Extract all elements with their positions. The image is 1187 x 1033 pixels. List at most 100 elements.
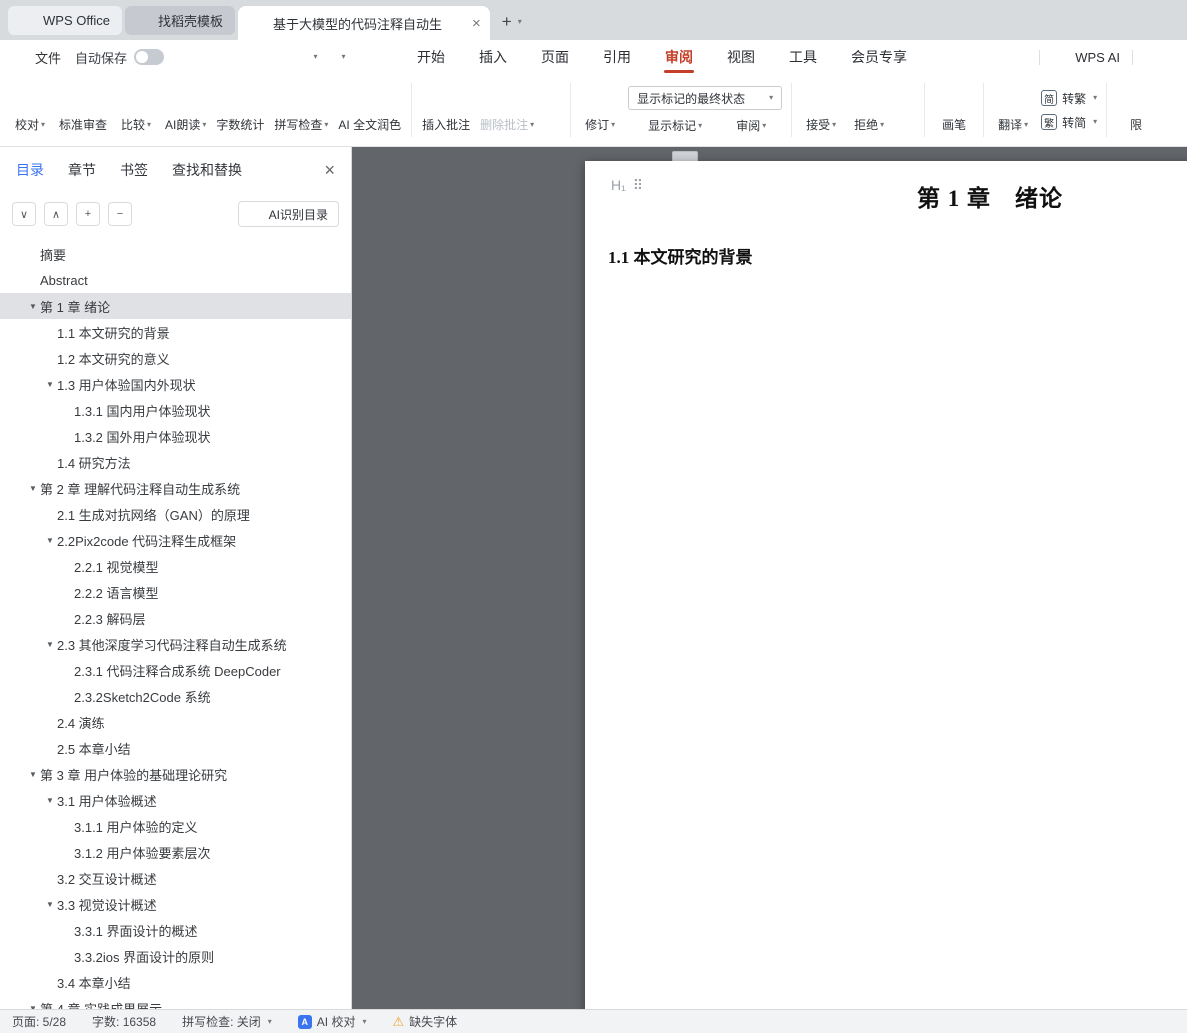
- search-button[interactable]: [1146, 45, 1172, 69]
- traditional-to-simplified-button[interactable]: 繁 转简 ▾: [1041, 114, 1097, 131]
- toc-item[interactable]: 3.1.1 用户体验的定义: [0, 813, 351, 839]
- expand-arrow-icon[interactable]: ▼: [43, 640, 57, 649]
- save-button[interactable]: [181, 45, 207, 69]
- toc-item[interactable]: ▼1.3 用户体验国内外现状: [0, 371, 351, 397]
- previous-revision-button[interactable]: [896, 86, 916, 104]
- next-revision-button[interactable]: [896, 116, 916, 134]
- close-tab-button[interactable]: ×: [472, 15, 481, 32]
- expand-arrow-icon[interactable]: ▼: [43, 536, 57, 545]
- translate-button[interactable]: 翻译▾: [989, 78, 1037, 142]
- toc-item[interactable]: 摘要: [0, 241, 351, 267]
- tab-document[interactable]: 基于大模型的代码注释自动生 ×: [238, 6, 490, 40]
- toc-item[interactable]: 2.3.2Sketch2Code 系统: [0, 683, 351, 709]
- decrease-level-button[interactable]: −: [108, 202, 132, 226]
- ai-polish-button[interactable]: AI 全文润色: [333, 78, 406, 142]
- toc-item[interactable]: 2.1 生成对抗网络（GAN）的原理: [0, 501, 351, 527]
- tab-find-replace[interactable]: 查找和替换: [172, 160, 242, 180]
- menu-tab-2[interactable]: 页面: [524, 40, 586, 74]
- expand-arrow-icon[interactable]: ▼: [26, 770, 40, 779]
- restrict-edit-button[interactable]: 限: [1112, 78, 1160, 142]
- spell-check-button[interactable]: 拼写检查▾: [269, 78, 333, 142]
- drag-handle-icon[interactable]: ⠿: [633, 177, 643, 194]
- word-count-indicator[interactable]: 字数: 16358: [92, 1013, 156, 1030]
- missing-font-warning[interactable]: ⚠ 缺失字体: [392, 1013, 457, 1030]
- tab-toc[interactable]: 目录: [16, 160, 44, 180]
- compare-button[interactable]: 比较▾: [112, 78, 160, 142]
- expand-arrow-icon[interactable]: ▼: [43, 796, 57, 805]
- export-button[interactable]: [209, 45, 235, 69]
- toc-item[interactable]: 2.3.1 代码注释合成系统 DeepCoder: [0, 657, 351, 683]
- document-area[interactable]: H₁ ⠿ 第 1 章 绪论 1.1 本文研究的背景: [352, 147, 1187, 1009]
- toc-item[interactable]: 2.2.3 解码层: [0, 605, 351, 631]
- toc-item[interactable]: 1.3.2 国外用户体验现状: [0, 423, 351, 449]
- expand-arrow-icon[interactable]: ▼: [26, 484, 40, 493]
- toc-item[interactable]: 2.5 本章小结: [0, 735, 351, 761]
- document-page[interactable]: H₁ ⠿ 第 1 章 绪论 1.1 本文研究的背景: [585, 161, 1187, 1009]
- new-tab-button[interactable]: +: [502, 13, 512, 30]
- autosave-toggle[interactable]: 自动保存: [75, 48, 164, 67]
- toc-item[interactable]: 3.3.1 界面设计的概述: [0, 917, 351, 943]
- toc-item[interactable]: ▼第 1 章 绪论: [0, 293, 351, 319]
- word-count-button[interactable]: 字数统计: [211, 78, 269, 142]
- review-pane-button[interactable]: 审阅 ▾: [716, 117, 766, 134]
- reject-button[interactable]: 拒绝▾: [845, 78, 893, 142]
- tab-bookmarks[interactable]: 书签: [120, 160, 148, 180]
- menu-tab-1[interactable]: 插入: [462, 40, 524, 74]
- accept-button[interactable]: 接受▾: [797, 78, 845, 142]
- toc-item[interactable]: 3.3.2ios 界面设计的原则: [0, 943, 351, 969]
- wps-ai-button[interactable]: WPS AI: [1052, 49, 1120, 66]
- tab-list-caret-icon[interactable]: ▾: [518, 18, 522, 26]
- menu-tab-4[interactable]: 审阅: [648, 40, 710, 74]
- ai-proofread-status[interactable]: A AI 校对 ▾: [298, 1013, 367, 1030]
- toc-item[interactable]: 1.3.1 国内用户体验现状: [0, 397, 351, 423]
- expand-arrow-icon[interactable]: ▼: [43, 380, 57, 389]
- insert-comment-button[interactable]: 插入批注: [417, 78, 475, 142]
- menu-tab-7[interactable]: 会员专享: [834, 40, 924, 74]
- toc-item[interactable]: ▼3.1 用户体验概述: [0, 787, 351, 813]
- collapse-all-button[interactable]: ∨: [12, 202, 36, 226]
- toc-item[interactable]: ▼3.3 视觉设计概述: [0, 891, 351, 917]
- toc-item[interactable]: 1.4 研究方法: [0, 449, 351, 475]
- toc-item[interactable]: 2.4 演练: [0, 709, 351, 735]
- toc-item[interactable]: 2.2.1 视觉模型: [0, 553, 351, 579]
- ink-brush-button[interactable]: 画笔: [930, 78, 978, 142]
- simplified-to-traditional-button[interactable]: 简 转繁 ▾: [1041, 90, 1097, 107]
- toc-item[interactable]: ▼第 4 章 实践成果展示: [0, 995, 351, 1009]
- toc-item[interactable]: 3.2 交互设计概述: [0, 865, 351, 891]
- ai-read-button[interactable]: AI朗读▾: [160, 78, 211, 142]
- print-button[interactable]: [237, 45, 263, 69]
- menu-tab-0[interactable]: 开始: [400, 40, 462, 74]
- toc-item[interactable]: Abstract: [0, 267, 351, 293]
- proofread-button[interactable]: 校对▾: [6, 78, 54, 142]
- page-indicator[interactable]: 页面: 5/28: [12, 1013, 66, 1030]
- markup-state-select[interactable]: 显示标记的最终状态 ▾: [628, 86, 782, 110]
- menu-tab-6[interactable]: 工具: [772, 40, 834, 74]
- toc-item[interactable]: 2.2.2 语言模型: [0, 579, 351, 605]
- file-menu[interactable]: 文件: [14, 48, 61, 67]
- show-markup-button[interactable]: 显示标记 ▾: [628, 117, 702, 134]
- menu-tab-3[interactable]: 引用: [586, 40, 648, 74]
- redo-button[interactable]: ▾: [321, 45, 347, 69]
- expand-arrow-icon[interactable]: ▼: [43, 900, 57, 909]
- ai-recognize-toc-button[interactable]: AI识别目录: [238, 201, 339, 227]
- tab-chapters[interactable]: 章节: [68, 160, 96, 180]
- toc-item[interactable]: 1.2 本文研究的意义: [0, 345, 351, 371]
- track-changes-button[interactable]: 修订▾: [576, 78, 624, 142]
- toc-item[interactable]: 1.1 本文研究的背景: [0, 319, 351, 345]
- menu-tab-5[interactable]: 视图: [710, 40, 772, 74]
- expand-all-button[interactable]: ∧: [44, 202, 68, 226]
- print-preview-button[interactable]: [265, 45, 291, 69]
- toc-item[interactable]: 3.1.2 用户体验要素层次: [0, 839, 351, 865]
- spellcheck-status[interactable]: 拼写检查: 关闭 ▾: [182, 1013, 272, 1030]
- undo-button[interactable]: ▾: [293, 45, 319, 69]
- toc-item[interactable]: ▼2.3 其他深度学习代码注释自动生成系统: [0, 631, 351, 657]
- close-sidebar-button[interactable]: ×: [324, 160, 335, 181]
- increase-level-button[interactable]: +: [76, 202, 100, 226]
- tab-template-search[interactable]: 找稻壳模板: [125, 6, 235, 35]
- tab-wps-home[interactable]: WPS Office: [8, 6, 122, 35]
- toc-item[interactable]: 3.4 本章小结: [0, 969, 351, 995]
- expand-arrow-icon[interactable]: ▼: [26, 302, 40, 311]
- standard-review-button[interactable]: 标准审查: [54, 78, 112, 142]
- toc-item[interactable]: ▼2.2Pix2code 代码注释生成框架: [0, 527, 351, 553]
- toc-item[interactable]: ▼第 2 章 理解代码注释自动生成系统: [0, 475, 351, 501]
